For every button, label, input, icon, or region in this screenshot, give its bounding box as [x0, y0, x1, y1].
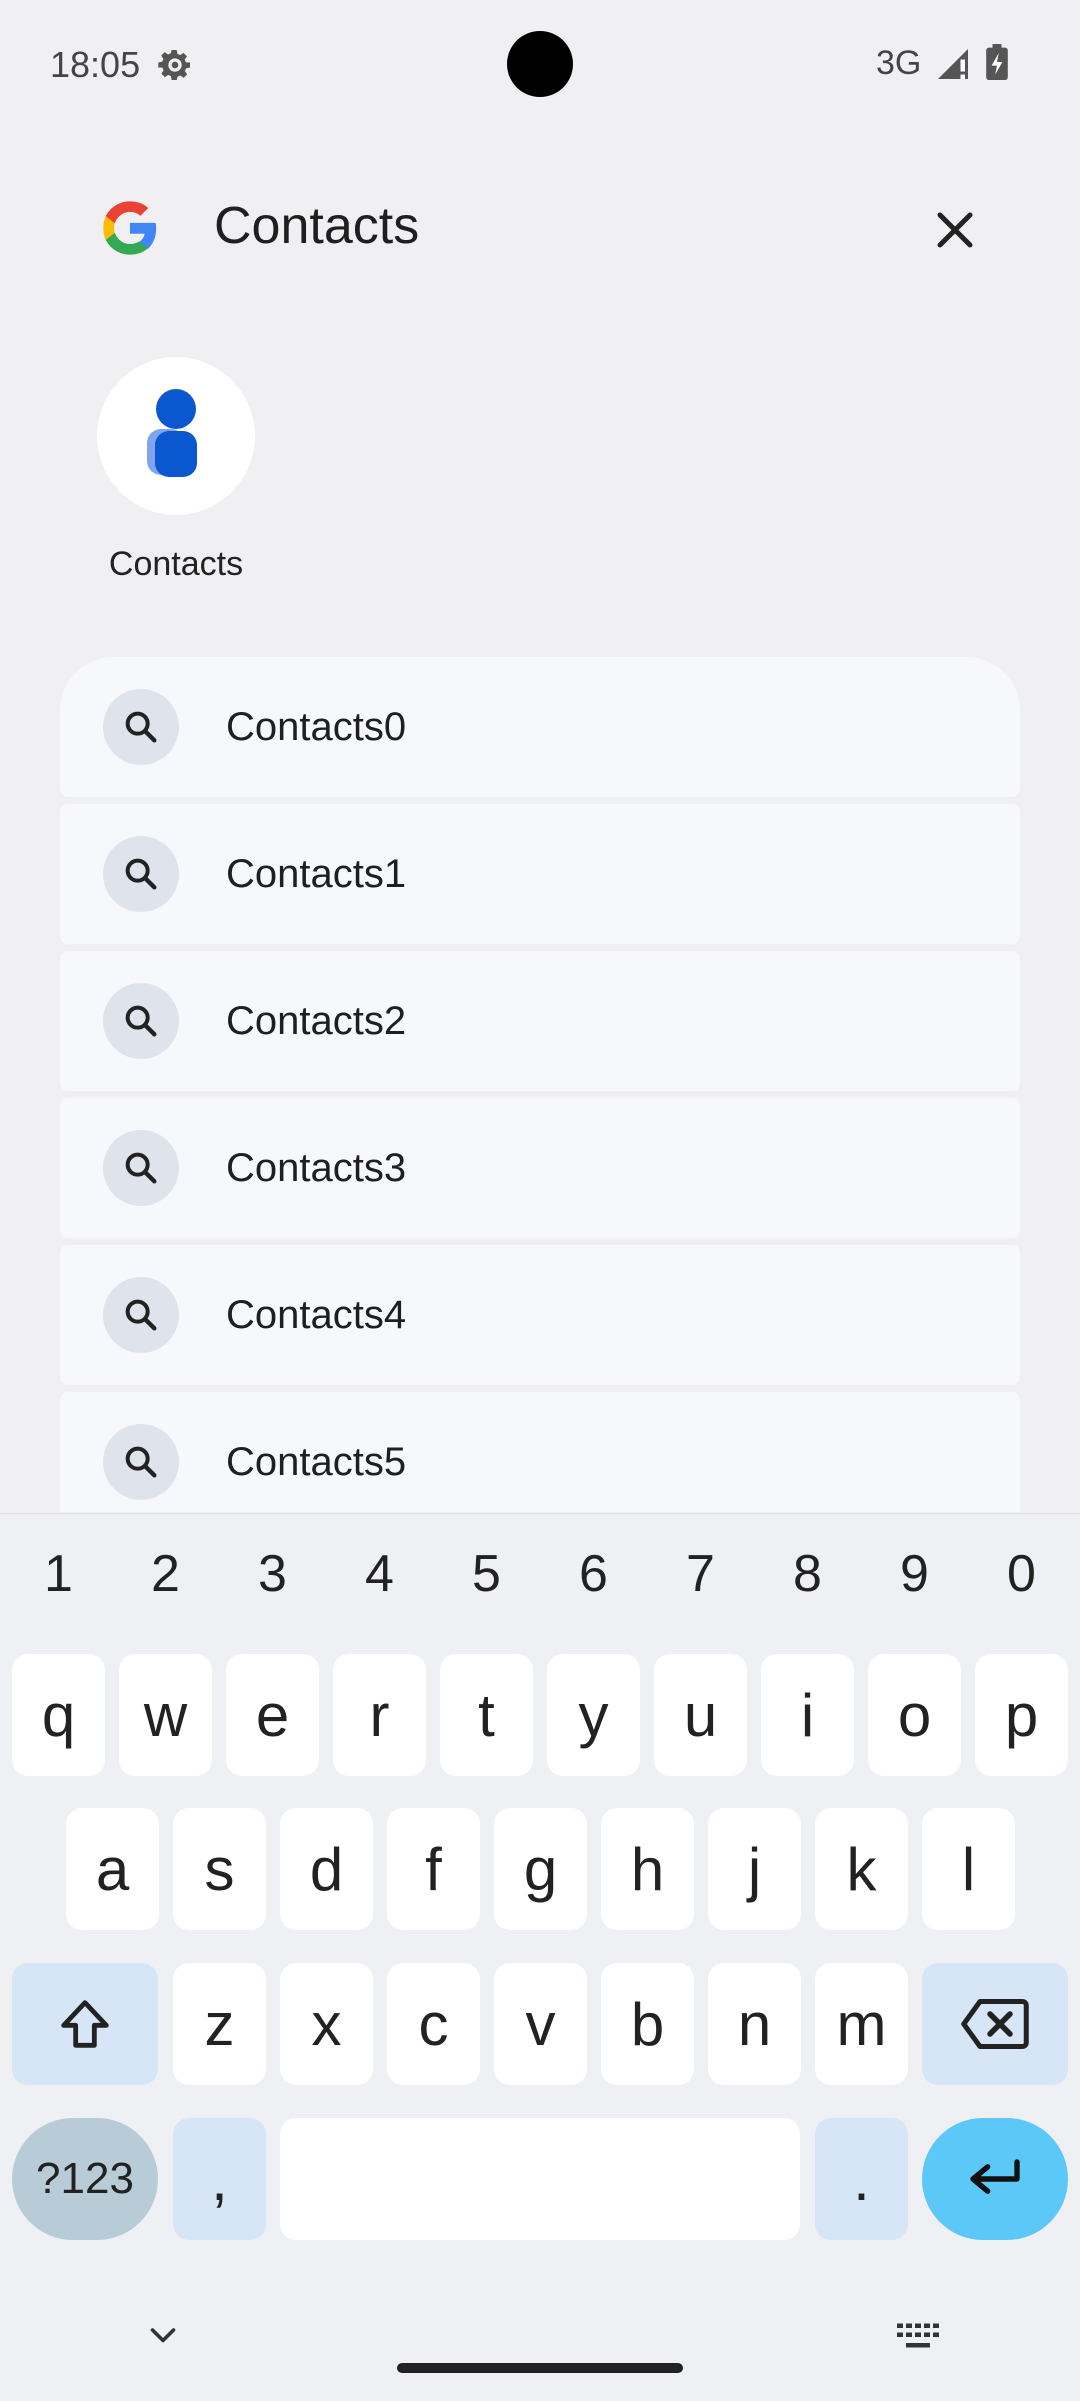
key-0[interactable]: 0 — [968, 1544, 1075, 1604]
key-e[interactable]: e — [226, 1654, 319, 1776]
comma-key[interactable]: , — [173, 2118, 266, 2240]
key-u[interactable]: u — [654, 1654, 747, 1776]
keyboard: 1 2 3 4 5 6 7 8 9 0 q w e r t y u i o p … — [0, 1513, 1080, 2401]
search-icon — [103, 836, 179, 912]
key-x[interactable]: x — [280, 1963, 373, 2085]
battery-charging-icon — [986, 44, 1008, 80]
suggestion-item[interactable]: Contacts3 — [60, 1098, 1020, 1238]
key-k[interactable]: k — [815, 1808, 908, 1930]
keyboard-switch-icon[interactable] — [895, 2322, 941, 2352]
key-7[interactable]: 7 — [647, 1544, 754, 1604]
key-o[interactable]: o — [868, 1654, 961, 1776]
enter-arrow-icon — [970, 2159, 1020, 2194]
home-indicator[interactable] — [397, 2363, 683, 2373]
status-bar: 18:05 3G — [0, 0, 1080, 130]
google-logo-icon — [103, 201, 157, 255]
key-y[interactable]: y — [547, 1654, 640, 1776]
suggestion-item[interactable]: Contacts0 — [60, 657, 1020, 797]
search-icon — [103, 1424, 179, 1500]
number-row: 1 2 3 4 5 6 7 8 9 0 — [0, 1544, 1080, 1634]
suggestion-item[interactable]: Contacts2 — [60, 951, 1020, 1091]
suggestion-list: Contacts0 Contacts1 Contacts2 Contacts3 … — [60, 657, 1020, 1512]
search-query-text[interactable]: Contacts — [214, 196, 419, 256]
search-icon — [103, 689, 179, 765]
key-9[interactable]: 9 — [861, 1544, 968, 1604]
front-camera-cutout — [507, 31, 573, 97]
suggestion-item[interactable]: Contacts4 — [60, 1245, 1020, 1385]
search-icon — [103, 1277, 179, 1353]
key-f[interactable]: f — [387, 1808, 480, 1930]
app-result-contacts[interactable]: Contacts — [86, 350, 266, 584]
signal-icon — [938, 49, 968, 79]
key-6[interactable]: 6 — [540, 1544, 647, 1604]
key-c[interactable]: c — [387, 1963, 480, 2085]
status-time: 18:05 — [50, 44, 141, 85]
key-w[interactable]: w — [119, 1654, 212, 1776]
shift-key[interactable] — [12, 1963, 158, 2085]
key-m[interactable]: m — [815, 1963, 908, 2085]
suggestion-text: Contacts5 — [226, 1439, 407, 1484]
search-icon — [103, 1130, 179, 1206]
settings-gear-icon — [158, 50, 190, 80]
suggestion-text: Contacts1 — [226, 851, 407, 896]
key-8[interactable]: 8 — [754, 1544, 861, 1604]
key-3[interactable]: 3 — [219, 1544, 326, 1604]
contacts-app-icon — [97, 357, 255, 515]
suggestion-text: Contacts0 — [226, 704, 407, 749]
key-p[interactable]: p — [975, 1654, 1068, 1776]
search-icon — [103, 983, 179, 1059]
close-icon[interactable] — [925, 200, 985, 260]
key-r[interactable]: r — [333, 1654, 426, 1776]
key-i[interactable]: i — [761, 1654, 854, 1776]
key-v[interactable]: v — [494, 1963, 587, 2085]
key-b[interactable]: b — [601, 1963, 694, 2085]
key-t[interactable]: t — [440, 1654, 533, 1776]
suggestion-item[interactable]: Contacts5 — [60, 1392, 1020, 1512]
suggestion-text: Contacts4 — [226, 1292, 407, 1337]
chevron-down-icon[interactable] — [145, 2318, 181, 2354]
key-4[interactable]: 4 — [326, 1544, 433, 1604]
network-type: 3G — [876, 44, 922, 82]
key-a[interactable]: a — [66, 1808, 159, 1930]
suggestion-text: Contacts3 — [226, 1145, 407, 1190]
shift-icon — [61, 2000, 109, 2048]
key-q[interactable]: q — [12, 1654, 105, 1776]
app-label: Contacts — [108, 545, 244, 583]
key-j[interactable]: j — [708, 1808, 801, 1930]
key-l[interactable]: l — [922, 1808, 1015, 1930]
enter-key[interactable] — [922, 2118, 1068, 2240]
suggestion-text: Contacts2 — [226, 998, 407, 1043]
key-d[interactable]: d — [280, 1808, 373, 1930]
key-g[interactable]: g — [494, 1808, 587, 1930]
period-key[interactable]: . — [815, 2118, 908, 2240]
key-z[interactable]: z — [173, 1963, 266, 2085]
backspace-key[interactable] — [922, 1963, 1068, 2085]
key-n[interactable]: n — [708, 1963, 801, 2085]
symbols-key[interactable]: ?123 — [12, 2118, 158, 2240]
key-5[interactable]: 5 — [433, 1544, 540, 1604]
space-key[interactable] — [280, 2118, 800, 2240]
key-1[interactable]: 1 — [5, 1544, 112, 1604]
backspace-icon — [961, 1999, 1029, 2049]
key-h[interactable]: h — [601, 1808, 694, 1930]
key-2[interactable]: 2 — [112, 1544, 219, 1604]
key-s[interactable]: s — [173, 1808, 266, 1930]
suggestion-item[interactable]: Contacts1 — [60, 804, 1020, 944]
